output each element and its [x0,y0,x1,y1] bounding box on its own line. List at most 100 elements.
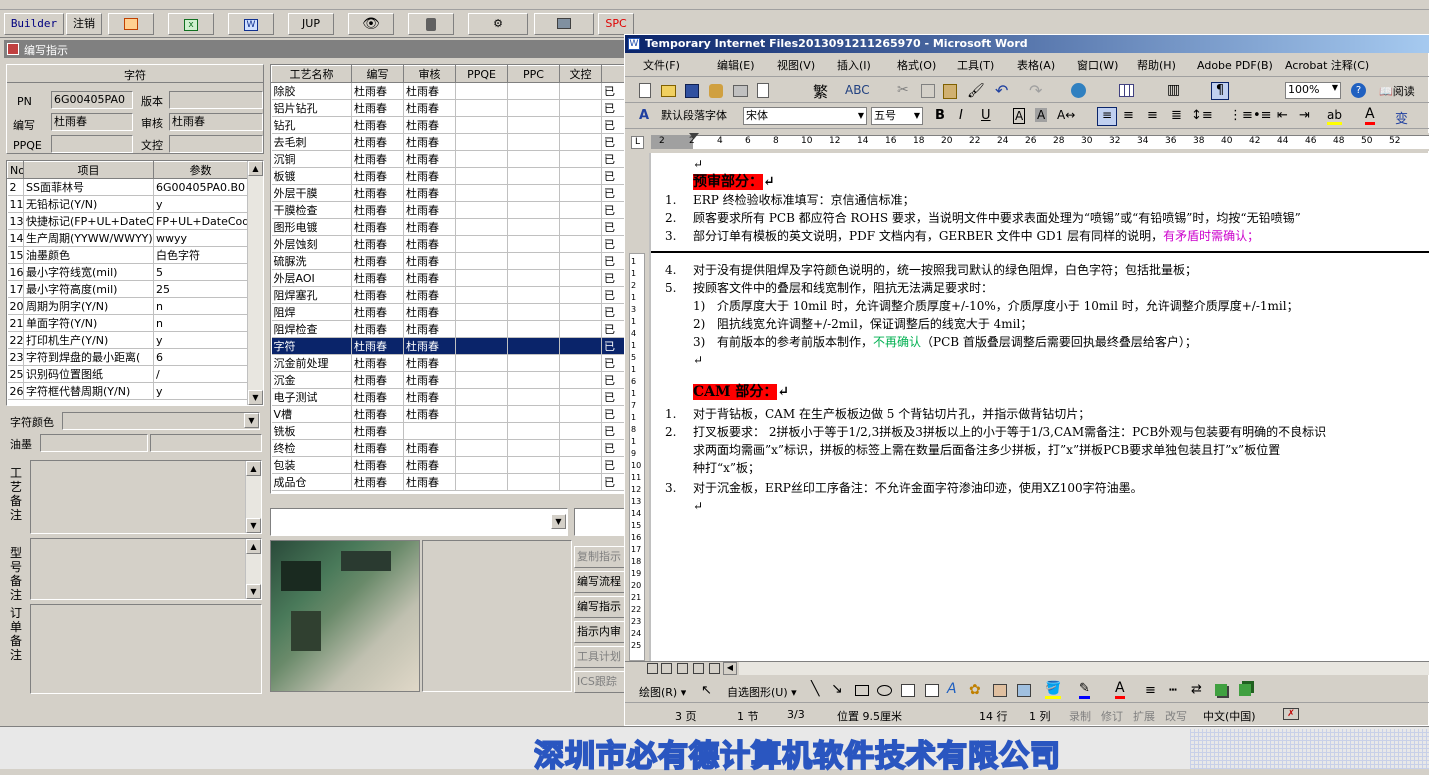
process-row[interactable]: 阻焊 杜雨春 杜雨春已 [271,303,625,321]
spc-button[interactable]: SPC [598,13,634,35]
menu-item-7[interactable]: 窗口(W) [1077,57,1118,75]
col-ppqe[interactable]: PPQE [455,65,508,83]
param-value[interactable]: n [153,297,248,315]
picture-icon[interactable] [1017,684,1031,697]
param-value[interactable]: wwyy [153,229,248,247]
param-row[interactable]: 16 最小字符线宽(mil) 5 [7,263,248,281]
process-row[interactable]: 硫脲洗 杜雨春 杜雨春已 [271,252,625,270]
param-row[interactable]: 14 生产周期(YYWW/WWYY) wwyy [7,229,248,247]
param-row[interactable]: 17 最小字符高度(mil) 25 [7,280,248,298]
process-grid[interactable]: 工艺名称 编写 审核 PPQE PPC 文控 除胶 杜雨春 杜雨春已铝片钻孔 杜雨春杜… [270,64,626,494]
decrease-indent-icon[interactable]: ⇤ [1277,108,1288,123]
process-row[interactable]: 板镀 杜雨春 杜雨春已 [271,167,625,185]
param-value[interactable]: 6 [153,348,248,366]
process-row[interactable]: 沉金前处理 杜雨春 杜雨春已 [271,354,625,372]
bold-icon[interactable]: B [935,108,945,123]
outline-view-icon[interactable] [693,663,704,674]
line-style-icon[interactable]: ≡ [1145,683,1156,698]
show-hide-icon[interactable]: ¶ [1211,82,1229,100]
database-button[interactable] [408,13,454,35]
param-row[interactable]: 26 字符框代替周期(Y/N) y [7,382,248,400]
underline-icon[interactable]: U [981,108,991,123]
process-dropdown[interactable]: ▼ [270,508,568,536]
format-painter-icon[interactable]: 🖌 [967,83,985,99]
italic-icon[interactable]: I [959,108,963,123]
reading-view-icon[interactable] [709,663,720,674]
side-button-5[interactable]: ICS跟踪 [574,671,626,693]
param-value[interactable]: 5 [153,263,248,281]
param-row[interactable]: 22 打印机生产(Y/N) y [7,331,248,349]
process-row[interactable]: 干膜检查 杜雨春 杜雨春已 [271,201,625,219]
ink-field-1[interactable] [40,434,148,452]
print-icon[interactable] [733,85,748,97]
chevron-down-icon[interactable]: ▼ [244,413,259,428]
clipart-icon[interactable] [993,684,1007,697]
ppqe-field[interactable] [51,135,133,153]
char-color-select[interactable]: ▼ [62,412,260,430]
param-col-no[interactable]: No [7,161,24,179]
side-button-1[interactable]: 编写流程 [574,571,626,593]
process-note-field[interactable]: ▲ ▼ [30,460,262,534]
char-scale-icon[interactable]: A↔ [1057,108,1075,122]
process-row[interactable]: 图形电镀 杜雨春 杜雨春已 [271,218,625,236]
side-button-4[interactable]: 工具计划 [574,646,626,668]
side-button-3[interactable]: 指示内审 [574,621,626,643]
jup-button[interactable]: JUP [288,13,334,35]
computer-button[interactable] [534,13,594,35]
order-note-field[interactable] [30,604,262,694]
scroll-left-icon[interactable]: ◀ [723,662,737,675]
process-row[interactable]: 沉铜 杜雨春 杜雨春已 [271,150,625,168]
menu-item-2[interactable]: 视图(V) [777,57,815,75]
process-row[interactable]: 阻焊塞孔 杜雨春 杜雨春已 [271,286,625,304]
param-row[interactable]: 11 无铅标记(Y/N) y [7,195,248,213]
menu-item-10[interactable]: Acrobat 注释(C) [1285,57,1369,75]
logout-button[interactable]: 注销 [66,13,102,35]
process-row[interactable]: 成品仓 杜雨春 杜雨春已 [271,473,625,491]
save-icon[interactable] [685,84,699,98]
oval-icon[interactable] [877,685,892,696]
char-shading-icon[interactable]: A [1035,108,1048,122]
align-left-icon[interactable]: ≡ [1097,107,1117,126]
menu-item-8[interactable]: 帮助(H) [1137,57,1176,75]
process-row[interactable]: 包装 杜雨春 杜雨春已 [271,456,625,474]
hyperlink-icon[interactable] [1071,83,1086,98]
process-row[interactable]: V槽 杜雨春 杜雨春已 [271,405,625,423]
dash-style-icon[interactable]: ┅ [1169,683,1177,698]
open-icon[interactable] [661,85,676,97]
align-right-icon[interactable]: ≡ [1147,108,1158,123]
copy-icon[interactable] [921,84,935,98]
web-view-icon[interactable] [661,663,672,674]
doc-control-field[interactable] [169,135,263,153]
document-area[interactable]: 1 1 2 1 3 1 4 1 5 1 6 1 7 1 8 1 9 10 11 12 13 14 15 16 17 18 19 20 2… [625,153,1429,661]
status-rec[interactable]: 录制 [1069,708,1091,724]
status-ext[interactable]: 扩展 [1133,708,1155,724]
scroll-down-icon[interactable]: ▼ [246,518,261,533]
menu-item-0[interactable]: 文件(F) [643,57,680,75]
scroll-up-icon[interactable]: ▲ [246,461,261,476]
version-field[interactable] [169,91,263,109]
normal-view-icon[interactable] [647,663,658,674]
draw-menu[interactable]: 绘图(R) ▾ [639,684,686,700]
fill-color-icon[interactable]: 🪣 [1045,681,1062,699]
font-select[interactable]: 宋体 ▼ [743,107,867,125]
wordart-icon[interactable]: A [947,681,957,697]
process-row[interactable]: 终检 杜雨春 杜雨春已 [271,439,625,457]
param-value[interactable]: 白色字符 [153,246,248,264]
process-row[interactable]: 铝片钻孔 杜雨春 杜雨春已 [271,99,625,117]
arrow-icon[interactable]: ↘ [831,681,843,697]
rectangle-icon[interactable] [855,685,869,696]
ink-field-2[interactable] [150,434,262,452]
char-border-icon[interactable]: A [1013,108,1026,124]
menu-item-1[interactable]: 编辑(E) [717,57,755,75]
model-note-scrollbar[interactable]: ▲ ▼ [245,539,261,599]
textbox-icon[interactable] [901,684,915,697]
size-select[interactable]: 五号 ▼ [871,107,923,125]
param-col-item[interactable]: 项目 [23,161,154,179]
scroll-down-icon[interactable]: ▼ [246,584,261,599]
spelling-status-icon[interactable]: ✗ [1283,708,1299,720]
tools-button[interactable]: ⚙ [468,13,528,35]
param-row[interactable]: 20 周期为阴字(Y/N) n [7,297,248,315]
scroll-up-icon[interactable]: ▲ [248,161,263,176]
powerpoint-button[interactable] [108,13,154,35]
menu-item-3[interactable]: 插入(I) [837,57,871,75]
